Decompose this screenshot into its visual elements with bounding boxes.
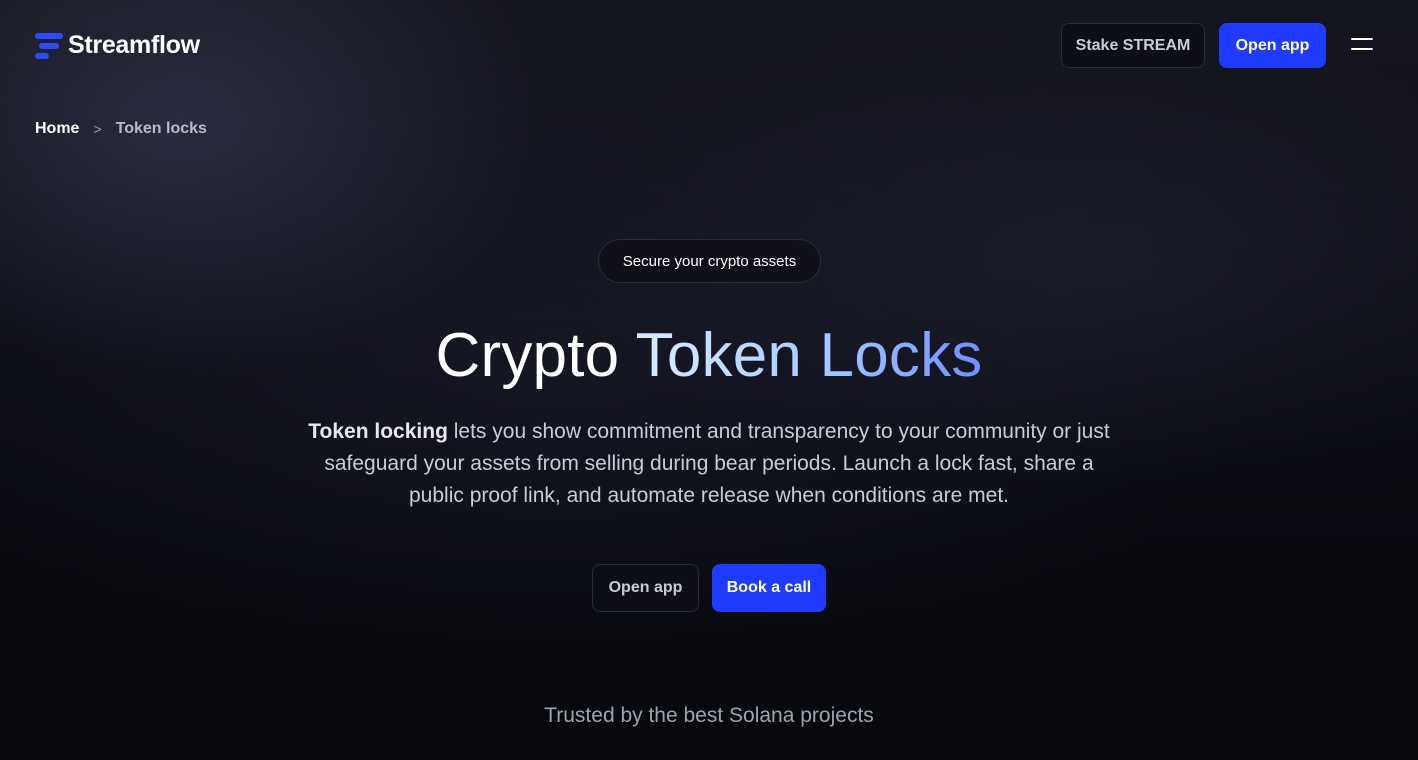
page: Streamflow Stake STREAM Open app Home > …: [0, 0, 1418, 760]
breadcrumb-current: Token locks: [115, 120, 207, 137]
hero-description-bold: Token locking: [308, 420, 448, 443]
title-part-1: Crypto: [435, 321, 636, 390]
hero-open-app-button[interactable]: Open app: [592, 564, 699, 612]
trusted-by-heading: Trusted by the best Solana projects: [544, 704, 874, 727]
header: Streamflow Stake STREAM Open app: [0, 0, 1418, 90]
chevron-right-icon: >: [93, 121, 102, 137]
streamflow-logo-icon: [35, 32, 63, 59]
book-a-call-button[interactable]: Book a call: [712, 564, 826, 612]
hero-description: Token locking lets you show commitment a…: [304, 416, 1114, 512]
logo-text: Streamflow: [68, 31, 200, 59]
hamburger-menu-icon[interactable]: [1351, 38, 1373, 52]
header-open-app-button[interactable]: Open app: [1219, 23, 1326, 68]
logo[interactable]: Streamflow: [35, 31, 200, 60]
title-part-2: Token Locks: [635, 321, 983, 390]
stake-stream-button[interactable]: Stake STREAM: [1061, 23, 1205, 68]
page-title: Crypto Token Locks: [0, 318, 1418, 394]
breadcrumb: Home > Token locks: [35, 120, 207, 138]
breadcrumb-home-link[interactable]: Home: [35, 120, 79, 138]
hero-badge: Secure your crypto assets: [598, 239, 821, 283]
